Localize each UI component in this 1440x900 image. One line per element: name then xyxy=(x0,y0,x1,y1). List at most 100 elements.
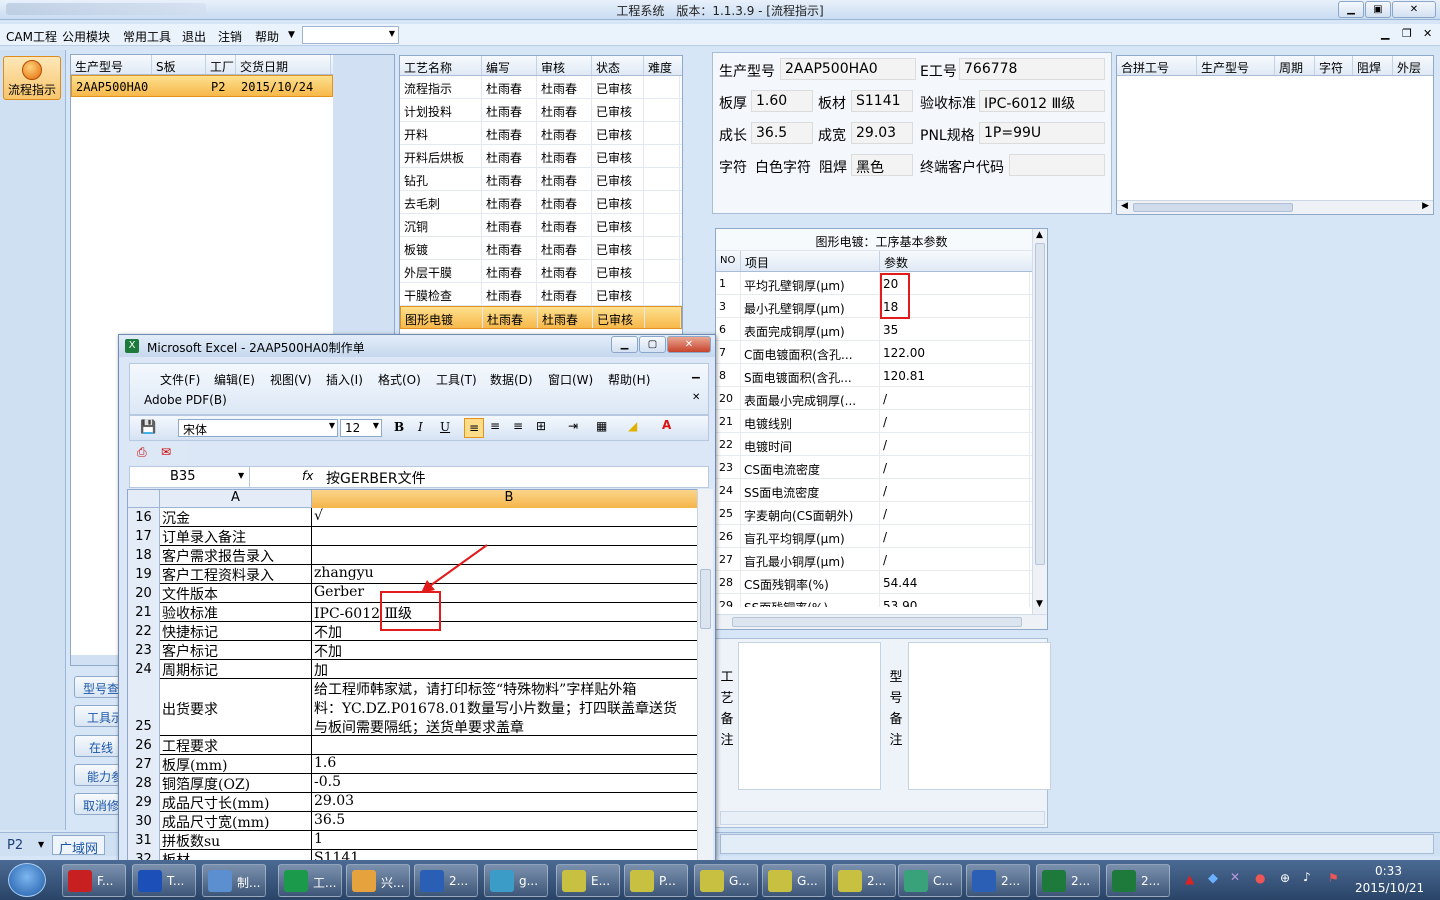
tray-volume-icon[interactable]: ♪ xyxy=(1303,870,1311,884)
row-number[interactable]: 25 xyxy=(128,679,160,736)
tray-flag-icon[interactable]: ⚑ xyxy=(1328,871,1339,885)
row-number[interactable]: 17 xyxy=(128,527,160,546)
param-row[interactable]: 28 CS面残铜率(%) 54.44 xyxy=(716,571,1032,594)
excel-menu-item[interactable]: 窗口(W) xyxy=(548,371,593,388)
col-process-name[interactable]: 工艺名称 xyxy=(400,56,482,75)
taskbar-item[interactable]: 2... xyxy=(1106,864,1170,897)
menu-exit[interactable]: 退出 xyxy=(182,28,206,45)
excel-menu-item[interactable]: 文件(F) xyxy=(160,371,200,388)
cell-b[interactable] xyxy=(314,546,702,565)
mdi-close-button[interactable]: ✕ xyxy=(1423,27,1432,40)
param-row[interactable]: 21 电镀线别 / xyxy=(716,410,1032,433)
excel-scroll-thumb[interactable] xyxy=(700,569,711,629)
minimize-button[interactable]: ▁ xyxy=(1338,1,1364,18)
taskbar-item[interactable]: T... xyxy=(132,864,196,897)
col-writer[interactable]: 编写 xyxy=(482,56,537,75)
process-row[interactable]: 去毛刺 杜雨春 杜雨春 已审核 xyxy=(400,191,682,214)
process-row[interactable]: 图形电镀 杜雨春 杜雨春 已审核 xyxy=(400,306,682,329)
col-outer[interactable]: 外层 xyxy=(1393,56,1433,75)
factory-status[interactable]: P2 xyxy=(7,838,23,853)
param-row[interactable]: 1 平均孔壁铜厚(μm) 20 xyxy=(716,272,1032,295)
field-mask[interactable]: 黑色 xyxy=(851,154,913,176)
param-row[interactable]: 24 SS面电流密度 / xyxy=(716,479,1032,502)
process-row[interactable]: 计划投料 杜雨春 杜雨春 已审核 xyxy=(400,99,682,122)
taskbar-item[interactable]: 2... xyxy=(966,864,1030,897)
field-eno[interactable]: 766778 xyxy=(959,58,1105,80)
row-number[interactable]: 29 xyxy=(128,793,160,812)
param-row[interactable]: 27 盲孔最小铜厚(μm) / xyxy=(716,548,1032,571)
column-b-header[interactable]: B xyxy=(312,490,704,508)
menu-combo[interactable]: ▼ xyxy=(302,26,399,44)
cell-a[interactable]: 成品尺寸宽(mm) xyxy=(162,812,310,831)
taskbar-item[interactable]: 工... xyxy=(278,864,342,897)
process-row[interactable]: 沉铜 杜雨春 杜雨春 已审核 xyxy=(400,214,682,237)
row-number[interactable]: 20 xyxy=(128,584,160,603)
save-icon[interactable]: 💾 xyxy=(140,420,156,435)
param-row[interactable]: 20 表面最小完成铜厚(... / xyxy=(716,387,1032,410)
cell-b[interactable]: 1.6 xyxy=(314,755,702,774)
cell-b[interactable]: 1 xyxy=(314,831,702,850)
param-row[interactable]: 23 CS面电流密度 / xyxy=(716,456,1032,479)
param-row[interactable]: 3 最小孔壁铜厚(μm) 18 xyxy=(716,295,1032,318)
param-hscroll-thumb[interactable] xyxy=(732,617,1022,627)
field-width[interactable]: 29.03 xyxy=(851,122,913,144)
menu-help[interactable]: 帮助 xyxy=(255,28,279,45)
excel-menu-item[interactable]: 数据(D) xyxy=(490,371,533,388)
taskbar-item[interactable]: 兴... xyxy=(346,864,410,897)
menu-common[interactable]: 公用模块 xyxy=(62,28,110,45)
cell-b[interactable]: zhangyu xyxy=(314,565,702,584)
capability-button[interactable]: 能力参 xyxy=(74,764,124,786)
tray-icon-d[interactable]: ● xyxy=(1255,871,1265,885)
cell-b[interactable]: Gerber xyxy=(314,584,702,603)
name-box[interactable]: B35 xyxy=(130,467,250,487)
field-model[interactable]: 2AAP500HA0 xyxy=(780,58,916,80)
excel-minimize-button[interactable]: ▁ xyxy=(611,336,638,353)
mdi-restore-button[interactable]: ❐ xyxy=(1402,27,1412,40)
taskbar-item[interactable]: P... xyxy=(624,864,688,897)
cell-a[interactable]: 板厚(mm) xyxy=(162,755,310,774)
field-standard[interactable]: IPC-6012 Ⅲ级 xyxy=(979,90,1105,112)
process-row[interactable]: 外层干膜 杜雨春 杜雨春 已审核 xyxy=(400,260,682,283)
process-row[interactable]: 流程指示 杜雨春 杜雨春 已审核 xyxy=(400,76,682,99)
excel-menu-item[interactable]: 插入(I) xyxy=(326,371,363,388)
menu-cam[interactable]: CAM工程 xyxy=(6,28,57,45)
combo-arrow-icon[interactable]: ▼ xyxy=(389,29,395,38)
formula-input[interactable]: 按GERBER文件 xyxy=(326,468,426,488)
model-query-button[interactable]: 型号查 xyxy=(74,676,124,698)
maximize-button[interactable]: ▣ xyxy=(1365,1,1391,18)
factory-dropdown-icon[interactable]: ▼ xyxy=(38,840,44,849)
process-row[interactable]: 干膜检查 杜雨春 杜雨春 已审核 xyxy=(400,283,682,306)
select-all-corner[interactable] xyxy=(128,490,160,508)
row-number[interactable]: 18 xyxy=(128,546,160,565)
align-left-button[interactable]: ≡ xyxy=(464,418,484,438)
excel-close-button[interactable]: ✕ xyxy=(667,336,711,353)
taskbar-item[interactable]: 2... xyxy=(832,864,896,897)
row-number[interactable]: 23 xyxy=(128,641,160,660)
menu-logout[interactable]: 注销 xyxy=(218,28,242,45)
process-row[interactable]: 板镀 杜雨春 杜雨春 已审核 xyxy=(400,237,682,260)
align-right-button[interactable]: ≡ xyxy=(513,419,523,433)
field-length[interactable]: 36.5 xyxy=(751,122,813,144)
tray-icon-b[interactable]: ◆ xyxy=(1208,871,1218,886)
field-customer[interactable] xyxy=(1009,154,1105,176)
online-button[interactable]: 在线 xyxy=(74,735,124,757)
field-thickness[interactable]: 1.60 xyxy=(751,90,813,112)
taskbar-item[interactable]: 2... xyxy=(1036,864,1100,897)
excel-menu-item[interactable]: 格式(O) xyxy=(378,371,421,388)
start-button[interactable] xyxy=(8,863,46,897)
field-pnl[interactable]: 1P=99U xyxy=(979,122,1105,144)
pdf-mail-icon[interactable]: ✉ xyxy=(161,445,171,459)
excel-doc-close[interactable]: ✕ xyxy=(692,392,700,403)
col-combine-no[interactable]: 合拼工号 xyxy=(1117,56,1197,75)
excel-menu-item[interactable]: 帮助(H) xyxy=(608,371,650,388)
size-dropdown-icon[interactable]: ▼ xyxy=(373,421,379,430)
param-row[interactable]: 25 字麦朝向(CS面朝外) / xyxy=(716,502,1032,525)
excel-menu-pdf[interactable]: Adobe PDF(B) xyxy=(144,393,227,407)
excel-vscroll[interactable] xyxy=(697,489,713,863)
row-number[interactable]: 31 xyxy=(128,831,160,850)
italic-button[interactable]: I xyxy=(418,420,423,434)
cell-a[interactable]: 工程要求 xyxy=(162,736,310,755)
fill-color-button[interactable]: ◢ xyxy=(628,419,637,433)
col-no[interactable]: NO xyxy=(716,251,741,271)
font-size-select[interactable]: 12 ▼ xyxy=(340,419,382,437)
